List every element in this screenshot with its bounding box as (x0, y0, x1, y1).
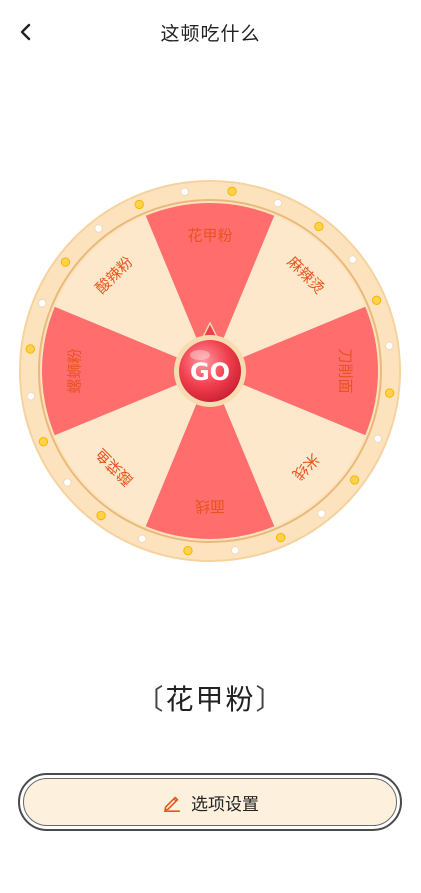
rim-light (38, 437, 49, 447)
rim-light (96, 510, 106, 521)
rim-light (60, 257, 71, 267)
rim-light (384, 388, 395, 398)
rim-light (26, 391, 36, 401)
options-settings-button-inner: 选项设置 (23, 778, 397, 826)
go-label: GO (190, 358, 230, 386)
rim-light (94, 224, 103, 233)
options-settings-label: 选项设置 (191, 794, 259, 815)
wheel-segment-label: 刀削面 (337, 348, 355, 393)
header: 这顿吃什么 (0, 0, 421, 64)
result-open-bracket: 〔 (135, 683, 166, 716)
result-close-bracket: 〕 (255, 683, 286, 716)
pencil-icon (163, 796, 181, 812)
wheel-graphic: 花甲粉麻辣烫刀削面米线面线酸菜鱼螺蛳粉酸辣粉GO (19, 180, 401, 562)
rim-light (180, 187, 190, 197)
spin-wheel: 花甲粉 麻辣烫 刀削面 米线 面线 酸菜鱼 螺蛳粉 酸辣粉 GO (18, 179, 402, 563)
rim-light (348, 255, 357, 264)
rim-light (314, 221, 324, 232)
options-settings-button[interactable]: 选项设置 (18, 773, 402, 831)
rim-light (276, 532, 286, 543)
rim-light (63, 478, 72, 487)
rim-light (317, 509, 326, 518)
rim-light (227, 186, 237, 197)
rim-light (134, 199, 144, 210)
rim-light (183, 545, 193, 556)
rim-light (25, 344, 36, 354)
page-title: 这顿吃什么 (160, 23, 261, 45)
rim-light (230, 545, 240, 555)
wheel-segment-label: 面线 (195, 498, 225, 516)
app-screen: 这顿吃什么 花甲粉 麻辣烫 刀削面 米线 面线 酸菜鱼 螺蛳粉 酸辣粉 GO 〔花甲粉〕 选项设… (0, 0, 421, 893)
rim-light (273, 198, 283, 208)
result-value: 花甲粉 (165, 683, 256, 716)
rim-light (373, 434, 383, 444)
rim-light (371, 295, 382, 305)
rim-light (37, 298, 47, 308)
wheel-segment-label: 螺蛳粉 (66, 348, 84, 393)
result-display: 〔花甲粉〕 (0, 678, 421, 718)
wheel-segment-label: 花甲粉 (187, 227, 232, 245)
rim-light (137, 534, 147, 544)
rim-light (349, 475, 360, 485)
rim-light (384, 341, 394, 351)
